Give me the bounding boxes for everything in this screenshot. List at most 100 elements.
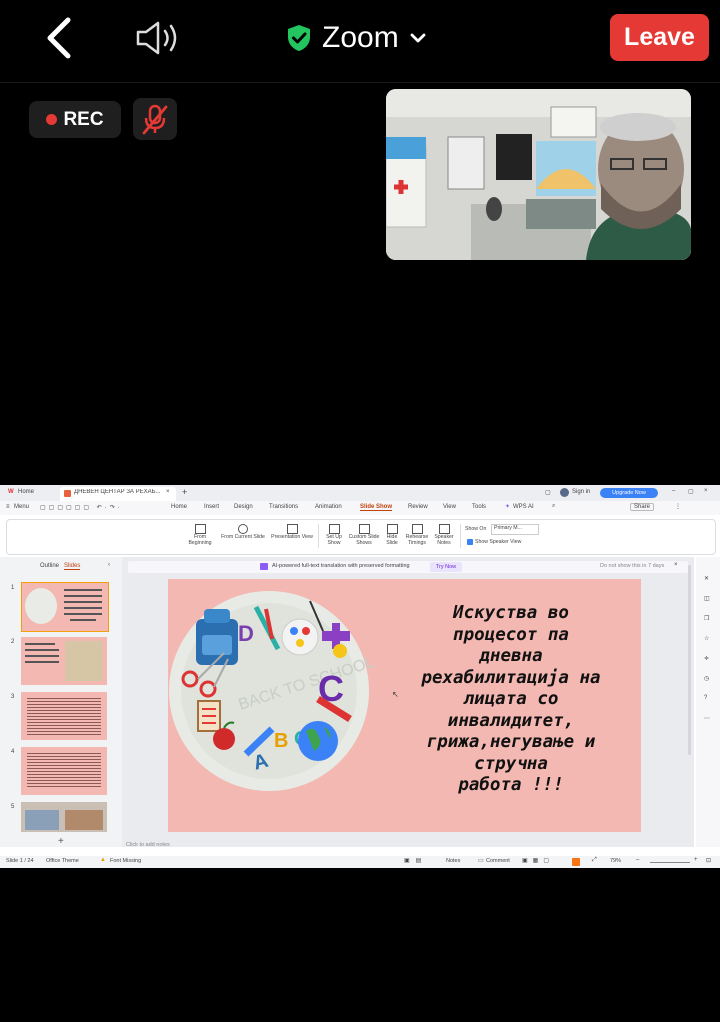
zoom-out-icon[interactable]: – (636, 857, 639, 863)
sidebar-tool-icon[interactable]: ◫ (704, 595, 710, 602)
quick-access-icons[interactable]: ▢▢▢▢▢▢ ↶·↷· (40, 504, 123, 511)
help-icon[interactable]: ? (704, 695, 707, 701)
font-missing-label[interactable]: Font Missing (110, 858, 141, 864)
slide-thumbnail-5[interactable] (21, 802, 107, 832)
ribbon-tab-bar: ≡ Menu ▢▢▢▢▢▢ ↶·↷· Home Insert Design Tr… (0, 501, 720, 515)
sign-in-link[interactable]: Sign in (572, 489, 590, 495)
from-current-slide-label: From Current Slide (221, 534, 265, 540)
mic-muted-button[interactable] (133, 98, 177, 140)
play-circle-icon (238, 524, 248, 534)
tab-document[interactable]: ДНЕВЕН ЦЕНТАР ЗА РЕХАБ... × (60, 487, 176, 501)
vertical-scrollbar[interactable] (688, 565, 691, 755)
shared-screen[interactable]: W Home ДНЕВЕН ЦЕНТАР ЗА РЕХАБ... × + ▢ S… (0, 485, 720, 868)
tab-review[interactable]: Review (408, 504, 428, 510)
slide-title-text[interactable]: Искуства во процесот па дневна рехабилит… (402, 603, 620, 797)
close-window-icon[interactable]: × (704, 488, 708, 494)
show-on-select[interactable]: Primary M... (491, 524, 539, 535)
hamburger-icon[interactable]: ≡ (6, 504, 10, 510)
slide-thumbnail-1[interactable] (21, 582, 109, 632)
try-now-button[interactable]: Try Now (430, 562, 462, 572)
slide-thumbnail-4[interactable] (21, 747, 107, 795)
play-screen-icon (194, 524, 206, 534)
recording-indicator[interactable]: REC (29, 101, 121, 138)
layout-icons[interactable]: ▣▦▢ (522, 857, 554, 864)
add-slide-icon[interactable]: + (58, 836, 64, 847)
tab-home[interactable]: Home (18, 489, 34, 495)
search-icon[interactable]: ⌕ (552, 503, 555, 510)
minimize-icon[interactable]: – (672, 488, 675, 494)
tab-view[interactable]: View (443, 504, 456, 510)
zoom-slider[interactable] (650, 862, 690, 863)
slide-counter: Slide 1 / 24 (6, 858, 34, 864)
from-current-slide-button[interactable]: From Current Slide (218, 524, 268, 540)
notes-placeholder[interactable]: Click to add notes (126, 842, 170, 848)
tab-wps-ai[interactable]: WPS AI (513, 504, 534, 510)
sidebar-tool-icon[interactable]: ☆ (704, 635, 709, 642)
set-up-show-button[interactable]: Set Up Show (321, 524, 347, 546)
leave-button[interactable]: Leave (610, 14, 709, 61)
back-chevron-icon (47, 17, 71, 59)
participant-video-frame (386, 89, 691, 260)
new-tab-icon[interactable]: + (182, 487, 187, 497)
upgrade-button[interactable]: Upgrade Now (600, 488, 658, 498)
mouse-cursor-icon: ↖ (392, 690, 399, 699)
fit-icon[interactable]: ⤢ (592, 857, 597, 864)
svg-text:D: D (238, 621, 254, 646)
outline-tab[interactable]: Outline (40, 563, 59, 569)
slide-line: инвалидитет, (447, 710, 575, 731)
view-icons[interactable]: ▣▤ (404, 857, 427, 864)
rehearse-timings-button[interactable]: Rehearse Timings (404, 524, 430, 546)
speaker-view-checkbox[interactable] (467, 539, 473, 545)
more-icon[interactable]: ⋯ (704, 715, 710, 722)
sidebar-tool-icon[interactable]: ❐ (704, 615, 709, 622)
close-banner-icon[interactable]: × (674, 562, 678, 568)
window-icon[interactable]: ▢ (545, 489, 551, 496)
back-button[interactable] (40, 16, 80, 60)
meeting-title-button[interactable]: Zoom (286, 18, 427, 58)
window-tab-bar: W Home ДНЕВЕН ЦЕНТАР ЗА РЕХАБ... × + ▢ S… (0, 485, 720, 501)
wps-logo-icon: W (8, 489, 14, 495)
thumb-image (65, 641, 103, 681)
participant-video[interactable] (386, 89, 691, 260)
dont-show-link[interactable]: Do not show this in 7 days (600, 563, 664, 569)
custom-slide-shows-button[interactable]: Custom Slide Shows (348, 524, 380, 546)
collapse-pane-icon[interactable]: ‹ (108, 562, 110, 568)
slide-thumbnail-3[interactable] (21, 692, 107, 740)
tab-design[interactable]: Design (234, 504, 253, 510)
play-slideshow-icon[interactable] (572, 858, 580, 866)
ai-translation-banner: AI-powered full-text translation with pr… (128, 561, 688, 573)
comment-toggle[interactable]: Comment (486, 858, 510, 864)
share-button[interactable]: Share (630, 503, 655, 511)
notes-toggle[interactable]: Notes (446, 858, 460, 864)
presentation-file-icon (64, 490, 71, 497)
menu-button[interactable]: Menu (14, 504, 29, 510)
slides-tab[interactable]: Slides (64, 563, 81, 570)
sidebar-tool-icon[interactable]: ≑ (704, 655, 709, 662)
tab-insert[interactable]: Insert (204, 504, 219, 510)
right-toolbar: ✕ ◫ ❐ ☆ ≑ ◷ ? ⋯ (696, 557, 720, 847)
fit-window-icon[interactable]: ⊡ (706, 857, 711, 864)
zoom-level[interactable]: 79% (610, 858, 621, 864)
speaker-notes-button[interactable]: Speaker Notes (431, 524, 457, 546)
more-icon[interactable]: ⋮ (675, 503, 681, 510)
speaker-button[interactable] (134, 18, 182, 58)
theme-name[interactable]: Office Theme (46, 858, 79, 864)
thumb-number: 2 (11, 639, 15, 645)
history-icon[interactable]: ◷ (704, 675, 709, 682)
tab-animation[interactable]: Animation (315, 504, 342, 510)
tab-slide-show[interactable]: Slide Show (360, 504, 393, 511)
presentation-view-button[interactable]: Presentation View (269, 524, 315, 540)
maximize-icon[interactable]: ▢ (688, 488, 694, 495)
tab-transitions[interactable]: Transitions (269, 504, 298, 510)
avatar[interactable] (560, 488, 569, 497)
slide-line: стручна (474, 753, 548, 774)
from-beginning-button[interactable]: From Beginning (183, 524, 217, 546)
sidebar-tool-icon[interactable]: ✕ (704, 575, 709, 582)
slide-thumbnail-2[interactable] (21, 637, 107, 685)
tab-ribbon-home[interactable]: Home (171, 504, 187, 510)
hide-slide-button[interactable]: Hide Slide (381, 524, 403, 546)
close-tab-icon[interactable]: × (166, 489, 170, 495)
tab-tools[interactable]: Tools (472, 504, 486, 510)
chevron-down-icon (410, 33, 426, 43)
zoom-in-icon[interactable]: + (694, 857, 698, 863)
